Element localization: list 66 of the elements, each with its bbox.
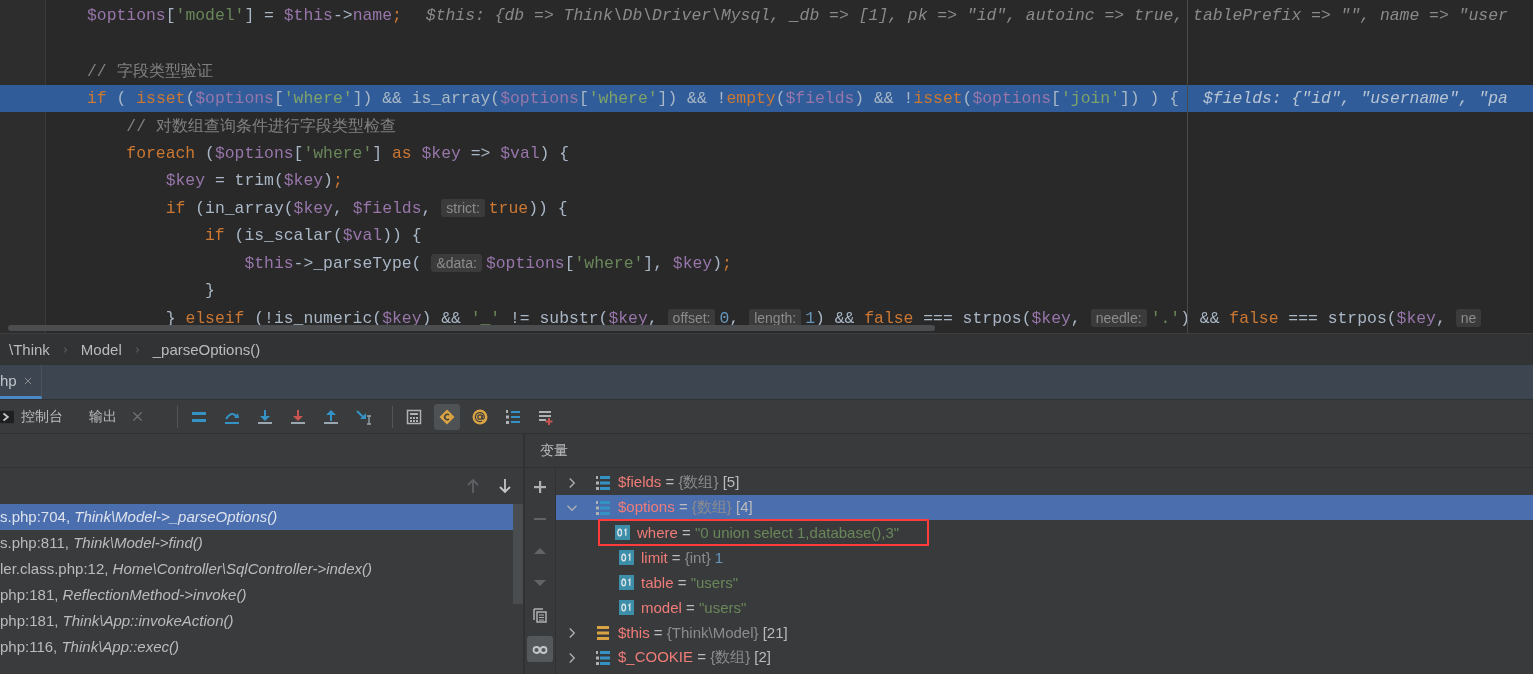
terminal-icon — [0, 409, 14, 424]
variable-label: $fields = {数组} [5] — [618, 473, 740, 492]
parameter-hint: strict: — [441, 199, 485, 218]
code-text: '.') && false === strpos($key, — [1150, 308, 1446, 328]
breadcrumb-item[interactable]: _parseOptions() — [152, 341, 261, 358]
code-text: if (is_scalar($val)) { — [204, 226, 422, 246]
close-icon[interactable] — [132, 411, 143, 422]
calculator-icon[interactable] — [406, 408, 422, 425]
parameter-hint: ne — [1455, 309, 1482, 328]
down-arrow-icon[interactable] — [497, 478, 513, 494]
force-step-into-icon[interactable] — [290, 408, 306, 425]
glasses-icon[interactable] — [527, 636, 553, 662]
stack-frame[interactable]: php:116, Think\App::exec() — [0, 634, 513, 660]
chevron-icon — [61, 344, 69, 355]
panel-title: 变量 — [540, 441, 568, 460]
chevron-icon — [133, 344, 141, 355]
tab-label: hp — [0, 372, 17, 389]
code-text: if ( isset($options['where']) && is_array($options['where']) && !empty($fields) && !isset($options['join']) ) { — [87, 88, 1179, 108]
code-text: $key = trim($key); — [164, 171, 343, 191]
code-text: $options['model'] = $this->name; — [87, 6, 402, 26]
inline-value: $this: {db => Think\Db\Driver\Mysql, _db => [1], pk => "id", autoinc => true, tablePrefix => "", name => "user — [425, 6, 1508, 26]
step-out-icon[interactable] — [323, 408, 339, 425]
variable-label: $options = {数组} [4] — [618, 498, 753, 517]
stack-frame[interactable]: ler.class.php:12, Home\Controller\SqlController->index() — [0, 556, 513, 582]
code-text: // 字段类型验证 — [87, 60, 213, 82]
stack-icon — [595, 624, 611, 641]
code-text: foreach ($options['where'] as $key => $val) { — [125, 143, 570, 163]
variable-label: where = "0 union select 1,database(),3" — [637, 524, 900, 541]
variable-label: $_COOKIE = {数组} [2] — [618, 648, 771, 667]
parameter-hint: needle: — [1090, 309, 1147, 328]
binary-icon — [618, 574, 634, 591]
stack-frame[interactable]: s.php:811, Think\Model->find() — [0, 530, 513, 556]
numbered-list-icon — [595, 499, 611, 516]
code-text: } — [204, 281, 215, 301]
scrollbar[interactable] — [8, 325, 935, 331]
variable-label: limit = {int} 1 — [641, 549, 724, 566]
step-into-icon[interactable] — [257, 408, 273, 425]
numbered-list-icon — [595, 649, 611, 666]
panel-tab[interactable]: 控制台 — [21, 407, 63, 426]
variable-label: table = "users" — [641, 574, 738, 591]
add-list-icon[interactable] — [538, 408, 554, 425]
code-text: true)) { — [488, 198, 568, 218]
numbered-list-icon — [595, 474, 611, 491]
code-text: $this->_parseType( — [243, 253, 422, 273]
stack-frame[interactable]: s.php:704, Think\Model->_parseOptions() — [0, 504, 513, 530]
close-icon[interactable] — [22, 375, 33, 386]
inline-value: $fields: {"id", "username", "pa — [1203, 88, 1508, 108]
panel-tab[interactable]: 输出 — [89, 407, 117, 426]
numbered-list-icon[interactable] — [505, 408, 521, 425]
breadcrumb-item[interactable]: Model — [80, 341, 122, 358]
variable-label: $this = {Think\Model} [21] — [618, 624, 788, 641]
binary-icon — [614, 524, 630, 541]
code-text: $options['where'], $key); — [485, 253, 732, 273]
diamond-toggle-button[interactable] — [434, 403, 460, 430]
stack-frame[interactable]: php:181, Think\App::invokeAction() — [0, 608, 513, 634]
scrollbar[interactable] — [513, 504, 523, 604]
at-sign-icon[interactable] — [472, 408, 488, 425]
run-to-cursor-icon[interactable] — [356, 408, 372, 425]
code-text: // 对数组查询条件进行字段类型检查 — [125, 115, 396, 137]
code-text: if (in_array($key, $fields, — [164, 198, 432, 218]
breadcrumb-item[interactable]: \Think — [9, 341, 50, 358]
binary-icon — [618, 549, 634, 566]
stack-frame[interactable]: php:181, ReflectionMethod->invoke() — [0, 582, 513, 608]
parameter-hint: &data: — [431, 254, 482, 273]
variable-label: model = "users" — [641, 599, 747, 616]
binary-icon — [618, 599, 634, 616]
